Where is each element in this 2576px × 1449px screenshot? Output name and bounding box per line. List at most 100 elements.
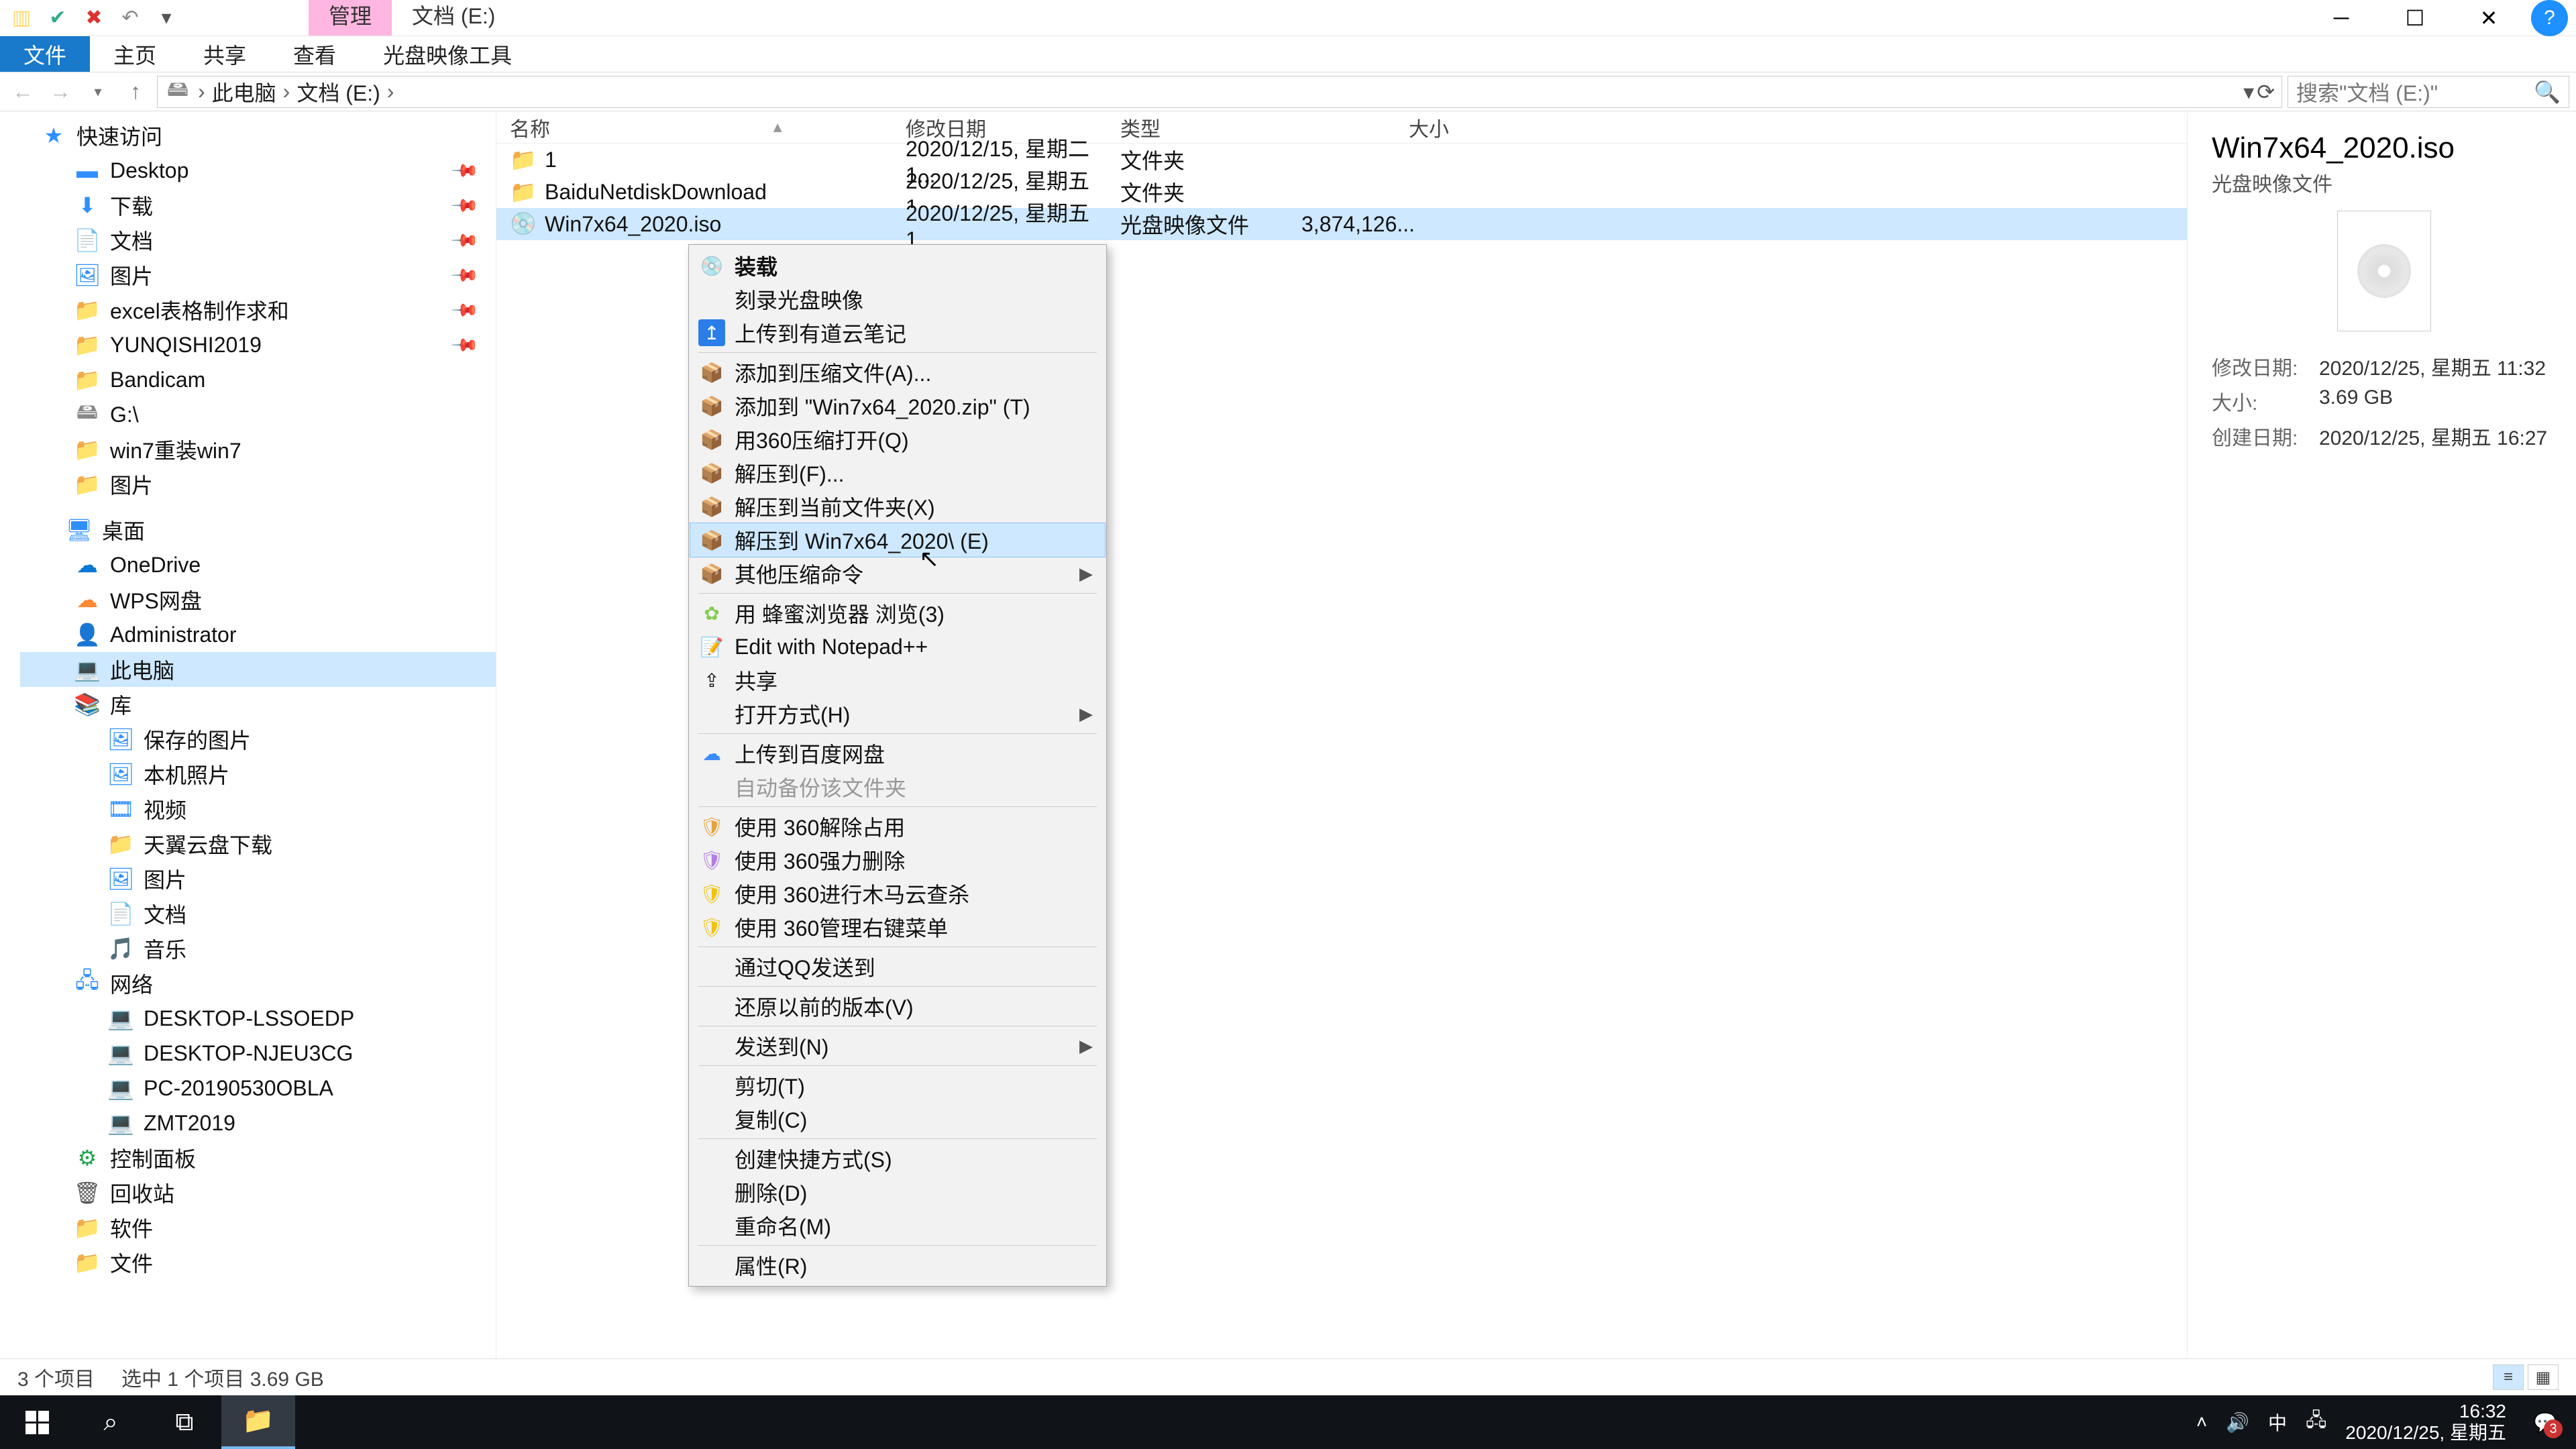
tree-software[interactable]: 📁软件 (20, 1210, 496, 1245)
breadcrumb-thispc[interactable]: 此电脑 (212, 76, 276, 107)
ribbon-file[interactable]: 文件 (0, 36, 90, 72)
maximize-button[interactable]: ☐ (2378, 0, 2452, 36)
ctx-properties[interactable]: 属性(R) (690, 1248, 1105, 1282)
ribbon-home[interactable]: 主页 (90, 36, 180, 72)
nav-recent-dropdown[interactable]: ▾ (82, 76, 114, 108)
tree-win7[interactable]: 📁win7重装win7 (20, 432, 496, 467)
taskbar-taskview[interactable]: ⧉ (148, 1395, 221, 1449)
tree-network[interactable]: 🖧网络 (20, 966, 496, 1001)
qat-dropdown-icon[interactable]: ▾ (153, 6, 180, 30)
ctx-copy[interactable]: 复制(C) (690, 1102, 1105, 1136)
qat-save-icon[interactable]: ✔ (44, 6, 71, 30)
ctx-360-forcedelete[interactable]: 🛡使用 360强力删除 (690, 843, 1105, 877)
view-details-button[interactable]: ≡ (2493, 1364, 2524, 1390)
tree-library[interactable]: 📚库 (20, 687, 496, 722)
ctx-notepadpp[interactable]: 📝Edit with Notepad++ (690, 630, 1105, 663)
tree-onedrive[interactable]: ☁OneDrive (20, 547, 496, 582)
tree-thispc[interactable]: 💻此电脑 (20, 652, 496, 687)
tree-recycle[interactable]: 🗑回收站 (20, 1175, 496, 1210)
ribbon-disctools[interactable]: 光盘映像工具 (360, 36, 535, 72)
tree-pictures2[interactable]: 📁图片 (20, 467, 496, 502)
taskbar-search[interactable]: ⌕ (74, 1395, 148, 1449)
ctx-rename[interactable]: 重命名(M) (690, 1209, 1105, 1242)
ctx-restore-previous[interactable]: 还原以前的版本(V) (690, 989, 1105, 1023)
ctx-honey-browser[interactable]: ✿用 蜂蜜浏览器 浏览(3) (690, 596, 1105, 630)
ctx-360-unlock[interactable]: 🛡使用 360解除占用 (690, 810, 1105, 843)
tree-tianyi[interactable]: 📁天翼云盘下载 (20, 826, 496, 861)
ribbon-share[interactable]: 共享 (180, 36, 270, 72)
ctx-open-360zip[interactable]: 📦用360压缩打开(Q) (690, 423, 1105, 456)
tree-excel[interactable]: 📁excel表格制作求和📌 (20, 292, 496, 327)
ctx-cut[interactable]: 剪切(T) (690, 1069, 1105, 1102)
tree-desktop[interactable]: ▬Desktop📌 (20, 153, 496, 188)
ctx-360-trojan[interactable]: 🛡使用 360进行木马云查杀 (690, 877, 1105, 910)
contextual-tab-manage[interactable]: 管理 (309, 0, 392, 36)
tree-savedpics[interactable]: 🖼保存的图片 (20, 722, 496, 757)
chevron-right-icon[interactable]: › (195, 79, 208, 104)
help-button[interactable]: ? (2531, 0, 2568, 36)
col-type[interactable]: 类型 (1120, 113, 1301, 142)
ribbon-view[interactable]: 查看 (270, 36, 360, 72)
ctx-create-shortcut[interactable]: 创建快捷方式(S) (690, 1142, 1105, 1175)
ctx-open-with[interactable]: 打开方式(H)▶ (690, 697, 1105, 731)
search-box[interactable]: 搜索"文档 (E:)" 🔍 (2288, 76, 2569, 108)
tree-documents[interactable]: 📄文档📌 (20, 223, 496, 258)
ctx-share[interactable]: ⇪共享 (690, 663, 1105, 697)
ctx-360-menu[interactable]: 🛡使用 360管理右键菜单 (690, 910, 1105, 944)
ctx-extract-here[interactable]: 📦解压到当前文件夹(X) (690, 490, 1105, 523)
ctx-other-compress[interactable]: 📦其他压缩命令▶ (690, 557, 1105, 590)
ctx-burn[interactable]: 刻录光盘映像 (690, 282, 1105, 316)
close-button[interactable]: ✕ (2452, 0, 2526, 36)
tree-quick-access[interactable]: ★快速访问 (20, 118, 496, 153)
tree-desktop2[interactable]: 🖥桌面 (20, 513, 496, 547)
tree-videos[interactable]: 🎞视频 (20, 792, 496, 826)
taskbar-clock[interactable]: 16:32 2020/12/25, 星期五 (2345, 1401, 2506, 1444)
ctx-mount[interactable]: 💿装载 (690, 249, 1105, 282)
tree-net2[interactable]: 💻DESKTOP-NJEU3CG (20, 1036, 496, 1071)
search-icon[interactable]: 🔍 (2534, 79, 2561, 105)
ctx-extract-to[interactable]: 📦解压到(F)... (690, 456, 1105, 490)
tree-controlpanel[interactable]: ⚙控制面板 (20, 1140, 496, 1175)
tray-volume-icon[interactable]: 🔊 (2226, 1411, 2249, 1434)
ctx-add-zip[interactable]: 📦添加到 "Win7x64_2020.zip" (T) (690, 389, 1105, 423)
ctx-delete[interactable]: 删除(D) (690, 1175, 1105, 1209)
address-dropdown-icon[interactable]: ▾ (2243, 79, 2254, 105)
tree-bandicam[interactable]: 📁Bandicam (20, 362, 496, 397)
nav-up[interactable]: ↑ (119, 76, 152, 108)
ctx-qq-send[interactable]: 通过QQ发送到 (690, 950, 1105, 983)
tray-ime[interactable]: 中 (2268, 1409, 2287, 1436)
tray-overflow-icon[interactable]: ˄ (2196, 1411, 2207, 1433)
start-button[interactable] (0, 1395, 74, 1449)
ctx-add-archive[interactable]: 📦添加到压缩文件(A)... (690, 356, 1105, 389)
taskbar-explorer[interactable]: 📁 (221, 1395, 295, 1449)
tree-docs2[interactable]: 📄文档 (20, 896, 496, 931)
tree-files[interactable]: 📁文件 (20, 1245, 496, 1280)
refresh-icon[interactable]: ⟳ (2257, 79, 2275, 105)
file-row[interactable]: 📁BaiduNetdiskDownload 2020/12/25, 星期五 1.… (496, 176, 2187, 208)
col-size[interactable]: 大小 (1301, 113, 1449, 142)
nav-forward[interactable]: → (44, 76, 76, 108)
ctx-send-to[interactable]: 发送到(N)▶ (690, 1029, 1105, 1063)
tree-admin[interactable]: 👤Administrator (20, 617, 496, 652)
tree-music[interactable]: 🎵音乐 (20, 931, 496, 966)
file-row[interactable]: 📁1 2020/12/15, 星期二 1... 文件夹 (496, 144, 2187, 176)
view-icons-button[interactable]: ▦ (2528, 1364, 2559, 1390)
ctx-youdao[interactable]: ↥上传到有道云笔记 (690, 316, 1105, 350)
tree-localphotos[interactable]: 🖼本机照片 (20, 757, 496, 792)
tree-downloads[interactable]: ⬇下载📌 (20, 188, 496, 223)
tree-gdrive[interactable]: 🖴G:\ (20, 397, 496, 432)
nav-back[interactable]: ← (7, 76, 39, 108)
minimize-button[interactable]: ─ (2304, 0, 2378, 36)
qat-undo-icon[interactable]: ↶ (117, 6, 144, 30)
tree-pictures[interactable]: 🖼图片📌 (20, 258, 496, 292)
address-bar[interactable]: 🖴 › 此电脑 › 文档 (E:) › ▾ ⟳ (157, 76, 2282, 108)
ctx-baidu-upload[interactable]: ☁上传到百度网盘 (690, 737, 1105, 770)
action-center-button[interactable]: 💬3 (2525, 1402, 2565, 1442)
col-name[interactable]: 名称▲ (510, 113, 906, 142)
breadcrumb-drive[interactable]: 文档 (E:) (297, 76, 380, 107)
tree-wps[interactable]: ☁WPS网盘 (20, 582, 496, 617)
tree-pictures3[interactable]: 🖼图片 (20, 861, 496, 896)
ctx-extract-folder[interactable]: 📦解压到 Win7x64_2020\ (E) (690, 523, 1105, 557)
tray-network-icon[interactable]: 🖧 (2306, 1406, 2326, 1438)
file-row-selected[interactable]: 💿Win7x64_2020.iso 2020/12/25, 星期五 1... 光… (496, 208, 2187, 240)
